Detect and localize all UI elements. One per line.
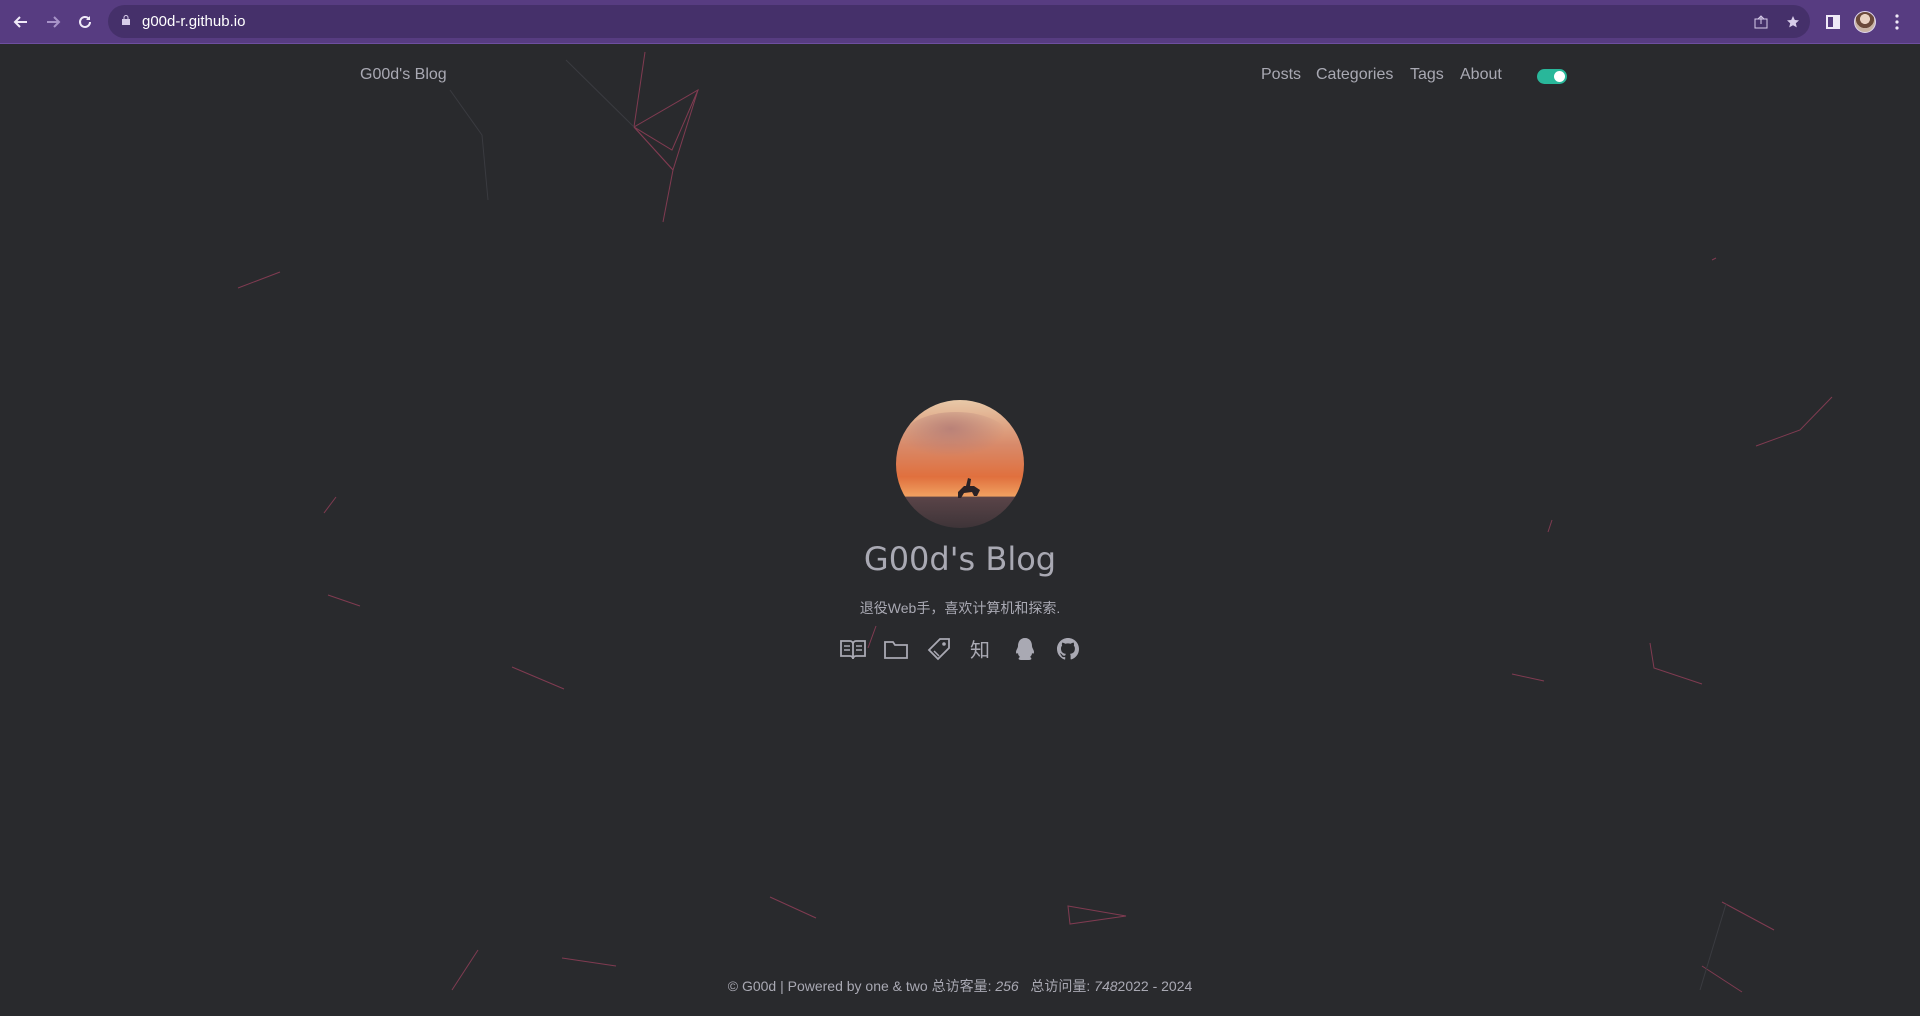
- visitors-label: 总访客量:: [931, 978, 992, 994]
- folder-icon[interactable]: [883, 636, 909, 662]
- menu-dots-icon[interactable]: [1886, 11, 1908, 33]
- main-nav: Posts Categories Tags About: [0, 66, 1920, 86]
- theme-toggle[interactable]: [1537, 69, 1567, 84]
- avatar: [896, 400, 1024, 528]
- address-bar[interactable]: g00d-r.github.io: [108, 5, 1810, 38]
- zhihu-icon[interactable]: 知: [969, 636, 995, 662]
- forward-icon[interactable]: [42, 11, 64, 33]
- footer-copyright: © G00d | Powered by one & two: [727, 978, 928, 994]
- share-icon[interactable]: [1752, 13, 1770, 31]
- blog-subtitle: 退役Web手，喜欢计算机和探索.: [859, 600, 1061, 616]
- blog-title: G00d's Blog: [863, 540, 1057, 578]
- side-panel-icon[interactable]: [1822, 11, 1844, 33]
- visitors-count: 256: [995, 978, 1019, 994]
- nav-tags[interactable]: Tags: [1410, 66, 1444, 84]
- footer: © G00d | Powered by one & two 总访客量: 256 …: [0, 976, 1920, 996]
- svg-text:知: 知: [970, 638, 990, 660]
- views-label: 总访问量:: [1030, 978, 1091, 994]
- views-count: 748: [1094, 978, 1118, 994]
- back-icon[interactable]: [10, 11, 32, 33]
- lock-icon: [122, 15, 130, 25]
- nav-posts[interactable]: Posts: [1261, 66, 1301, 84]
- qq-icon[interactable]: [1012, 636, 1038, 662]
- profile-section: G00d's Blog 退役Web手，喜欢计算机和探索. 知: [0, 400, 1920, 662]
- url-text[interactable]: g00d-r.github.io: [142, 13, 245, 30]
- nav-about[interactable]: About: [1460, 66, 1502, 84]
- social-links: 知: [0, 636, 1920, 662]
- reload-icon[interactable]: [74, 11, 96, 33]
- book-icon[interactable]: [839, 636, 866, 662]
- bookmark-star-icon[interactable]: [1784, 13, 1802, 31]
- nav-categories[interactable]: Categories: [1316, 66, 1393, 84]
- tag-icon[interactable]: [926, 636, 952, 662]
- profile-avatar[interactable]: [1854, 11, 1876, 33]
- browser-toolbar: g00d-r.github.io: [0, 0, 1920, 44]
- footer-years: 2022 - 2024: [1117, 978, 1193, 994]
- github-icon[interactable]: [1055, 636, 1081, 662]
